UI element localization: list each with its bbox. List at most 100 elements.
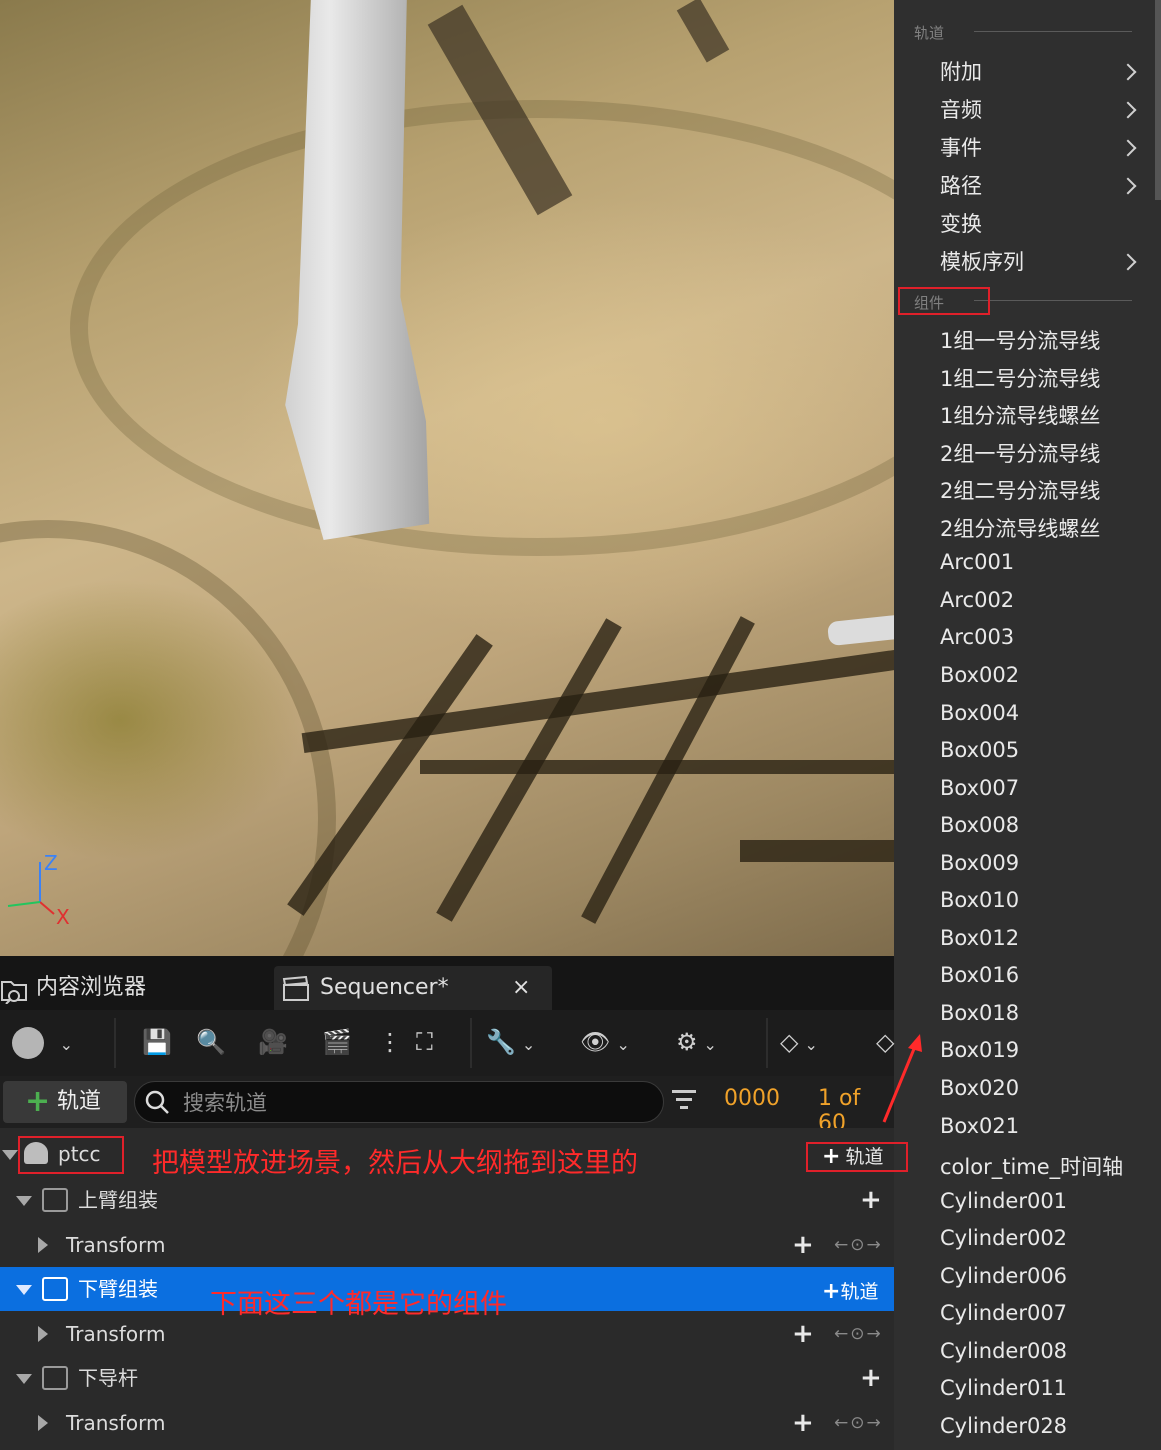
find-in-content-browser-icon[interactable]: 🔍 [196,1024,226,1060]
menu-item-component[interactable]: Cylinder008 [940,1339,1067,1363]
component-row[interactable]: 上臂组装 + [0,1178,894,1222]
menu-item-component[interactable]: Box020 [940,1076,1019,1100]
world-menu-button[interactable]: ⌄ [12,1024,73,1060]
expand-arrow-icon[interactable] [38,1415,48,1431]
wrench-icon: 🔧 [486,1028,516,1056]
bike-shadow [420,760,894,774]
menu-item-component[interactable]: color_time_时间轴 [940,1151,1123,1181]
menu-item-component[interactable]: Box002 [940,663,1019,687]
chevron-down-icon: ⌄ [59,1035,74,1054]
chevron-down-icon: ⌄ [521,1035,536,1054]
menu-item-component[interactable]: 1组一号分流导线 [940,325,1100,355]
menu-item-component[interactable]: Arc002 [940,588,1014,612]
panel-tab-bar: 内容浏览器 Sequencer* × [0,956,894,1010]
component-row[interactable]: 下导杆 + [0,1356,894,1400]
actor-row-ptcc[interactable]: ptcc 把模型放进场景，然后从大纲拖到这里的 + 轨道 [0,1132,908,1179]
filter-icon[interactable] [672,1090,696,1109]
search-tracks-box[interactable] [134,1081,664,1123]
menu-item-component[interactable]: Box009 [940,851,1019,875]
menu-item-track[interactable]: 变换 [940,208,982,238]
tab-sequencer[interactable]: Sequencer* × [274,966,552,1010]
key-navigation-icon[interactable]: ←⊙→ [834,1312,883,1356]
expand-arrow-icon[interactable] [38,1325,48,1342]
add-track-button[interactable]: + 轨道 [3,1081,127,1123]
menu-item-track[interactable]: 路径 [940,170,982,200]
menu-item-component[interactable]: Box004 [940,701,1019,725]
toolbar-divider [766,1018,768,1068]
camera-icon[interactable]: 🎥 [258,1024,288,1060]
menu-item-component[interactable]: Box008 [940,813,1019,837]
transform-track-row[interactable]: Transform + ←⊙→ [0,1223,894,1267]
key-navigation-icon[interactable]: ←⊙→ [834,1401,883,1445]
menu-item-component[interactable]: Cylinder011 [940,1376,1067,1400]
menu-item-component[interactable]: Cylinder006 [940,1264,1067,1288]
add-track-label: 轨道 [57,1089,102,1114]
more-options-icon[interactable]: ⋮ [378,1024,402,1060]
bike-handle-model [826,613,894,647]
save-icon[interactable]: 💾 [142,1024,172,1060]
chevron-right-icon [1119,177,1137,195]
transform-track-row[interactable]: Transform + ←⊙→ [0,1401,894,1445]
menu-item-component[interactable]: Arc003 [940,625,1014,649]
menu-item-component[interactable]: Arc001 [940,550,1014,574]
key-menu-button[interactable]: ◇ ⌄ [780,1024,818,1060]
menu-item-component[interactable]: Cylinder007 [940,1301,1067,1325]
menu-item-component[interactable]: 2组一号分流导线 [940,438,1100,468]
menu-item-component[interactable]: Box005 [940,738,1019,762]
search-icon [145,1090,169,1114]
chevron-right-icon [1119,139,1137,157]
tab-label: 内容浏览器 [36,975,147,1000]
menu-item-component[interactable]: Box012 [940,926,1019,950]
bike-shadow [740,840,894,862]
menu-item-component[interactable]: Box010 [940,888,1019,912]
menu-item-component[interactable]: Cylinder001 [940,1189,1067,1213]
add-track-to-component-button[interactable]: +轨道 [822,1277,878,1304]
expand-arrow-icon[interactable] [2,1150,18,1160]
current-frame-display[interactable]: 0000 [724,1086,780,1111]
plus-icon: + [25,1084,51,1119]
level-viewport[interactable]: Z X [0,0,894,956]
search-tracks-input[interactable] [181,1088,645,1118]
view-menu-button[interactable]: 👁 ⌄ [580,1024,630,1060]
menu-item-component[interactable]: 1组分流导线螺丝 [940,400,1100,430]
menu-item-component[interactable]: Cylinder002 [940,1226,1067,1250]
menu-item-track[interactable]: 模板序列 [940,246,1024,276]
expand-arrow-icon[interactable] [16,1374,32,1385]
expand-arrow-icon[interactable] [16,1196,32,1206]
menu-item-component[interactable]: Box016 [940,963,1019,987]
add-section-plus-icon[interactable]: + [792,1312,814,1356]
track-label: Transform [66,1411,166,1435]
menu-item-component[interactable]: Box021 [940,1114,1019,1138]
menu-item-track[interactable]: 附加 [940,56,982,86]
menu-item-component[interactable]: 1组二号分流导线 [940,363,1100,393]
add-section-plus-icon[interactable]: + [792,1401,814,1445]
add-track-plus-icon[interactable]: + [860,1178,882,1222]
tab-content-browser[interactable]: 内容浏览器 [0,966,268,1010]
diamond-icon: ◇ [780,1028,799,1056]
sequencer-filter-bar: + 轨道 0000 1 of 60 [0,1076,894,1136]
menu-item-component[interactable]: Box019 [940,1038,1019,1062]
toolbar-divider [114,1018,116,1068]
playback-settings-button[interactable]: ⚙ ⌄ [676,1024,717,1060]
tab-close-icon[interactable]: × [512,966,530,1010]
menu-item-component[interactable]: 2组二号分流导线 [940,475,1100,505]
section-divider [974,31,1132,32]
key-navigation-icon[interactable]: ←⊙→ [834,1223,883,1267]
expand-arrow-icon[interactable] [16,1285,32,1296]
hierarchy-icon[interactable]: ⛶ [416,1024,433,1060]
chevron-right-icon [1119,101,1137,119]
add-section-plus-icon[interactable]: + [792,1223,814,1267]
add-track-plus-icon[interactable]: + [860,1356,882,1400]
menu-scrollbar[interactable] [1155,0,1161,200]
menu-item-component[interactable]: Box007 [940,776,1019,800]
axis-gizmo: Z X [7,851,70,929]
menu-item-component[interactable]: Cylinder028 [940,1414,1067,1438]
menu-item-track[interactable]: 事件 [940,132,982,162]
menu-item-track[interactable]: 音频 [940,94,982,124]
menu-item-component[interactable]: 2组分流导线螺丝 [940,513,1100,543]
section-header-tracks: 轨道 [914,24,945,42]
render-movie-icon[interactable]: 🎬 [322,1024,352,1060]
menu-item-component[interactable]: Box018 [940,1001,1019,1025]
expand-arrow-icon[interactable] [38,1236,48,1253]
tools-menu-button[interactable]: 🔧 ⌄ [486,1024,535,1060]
